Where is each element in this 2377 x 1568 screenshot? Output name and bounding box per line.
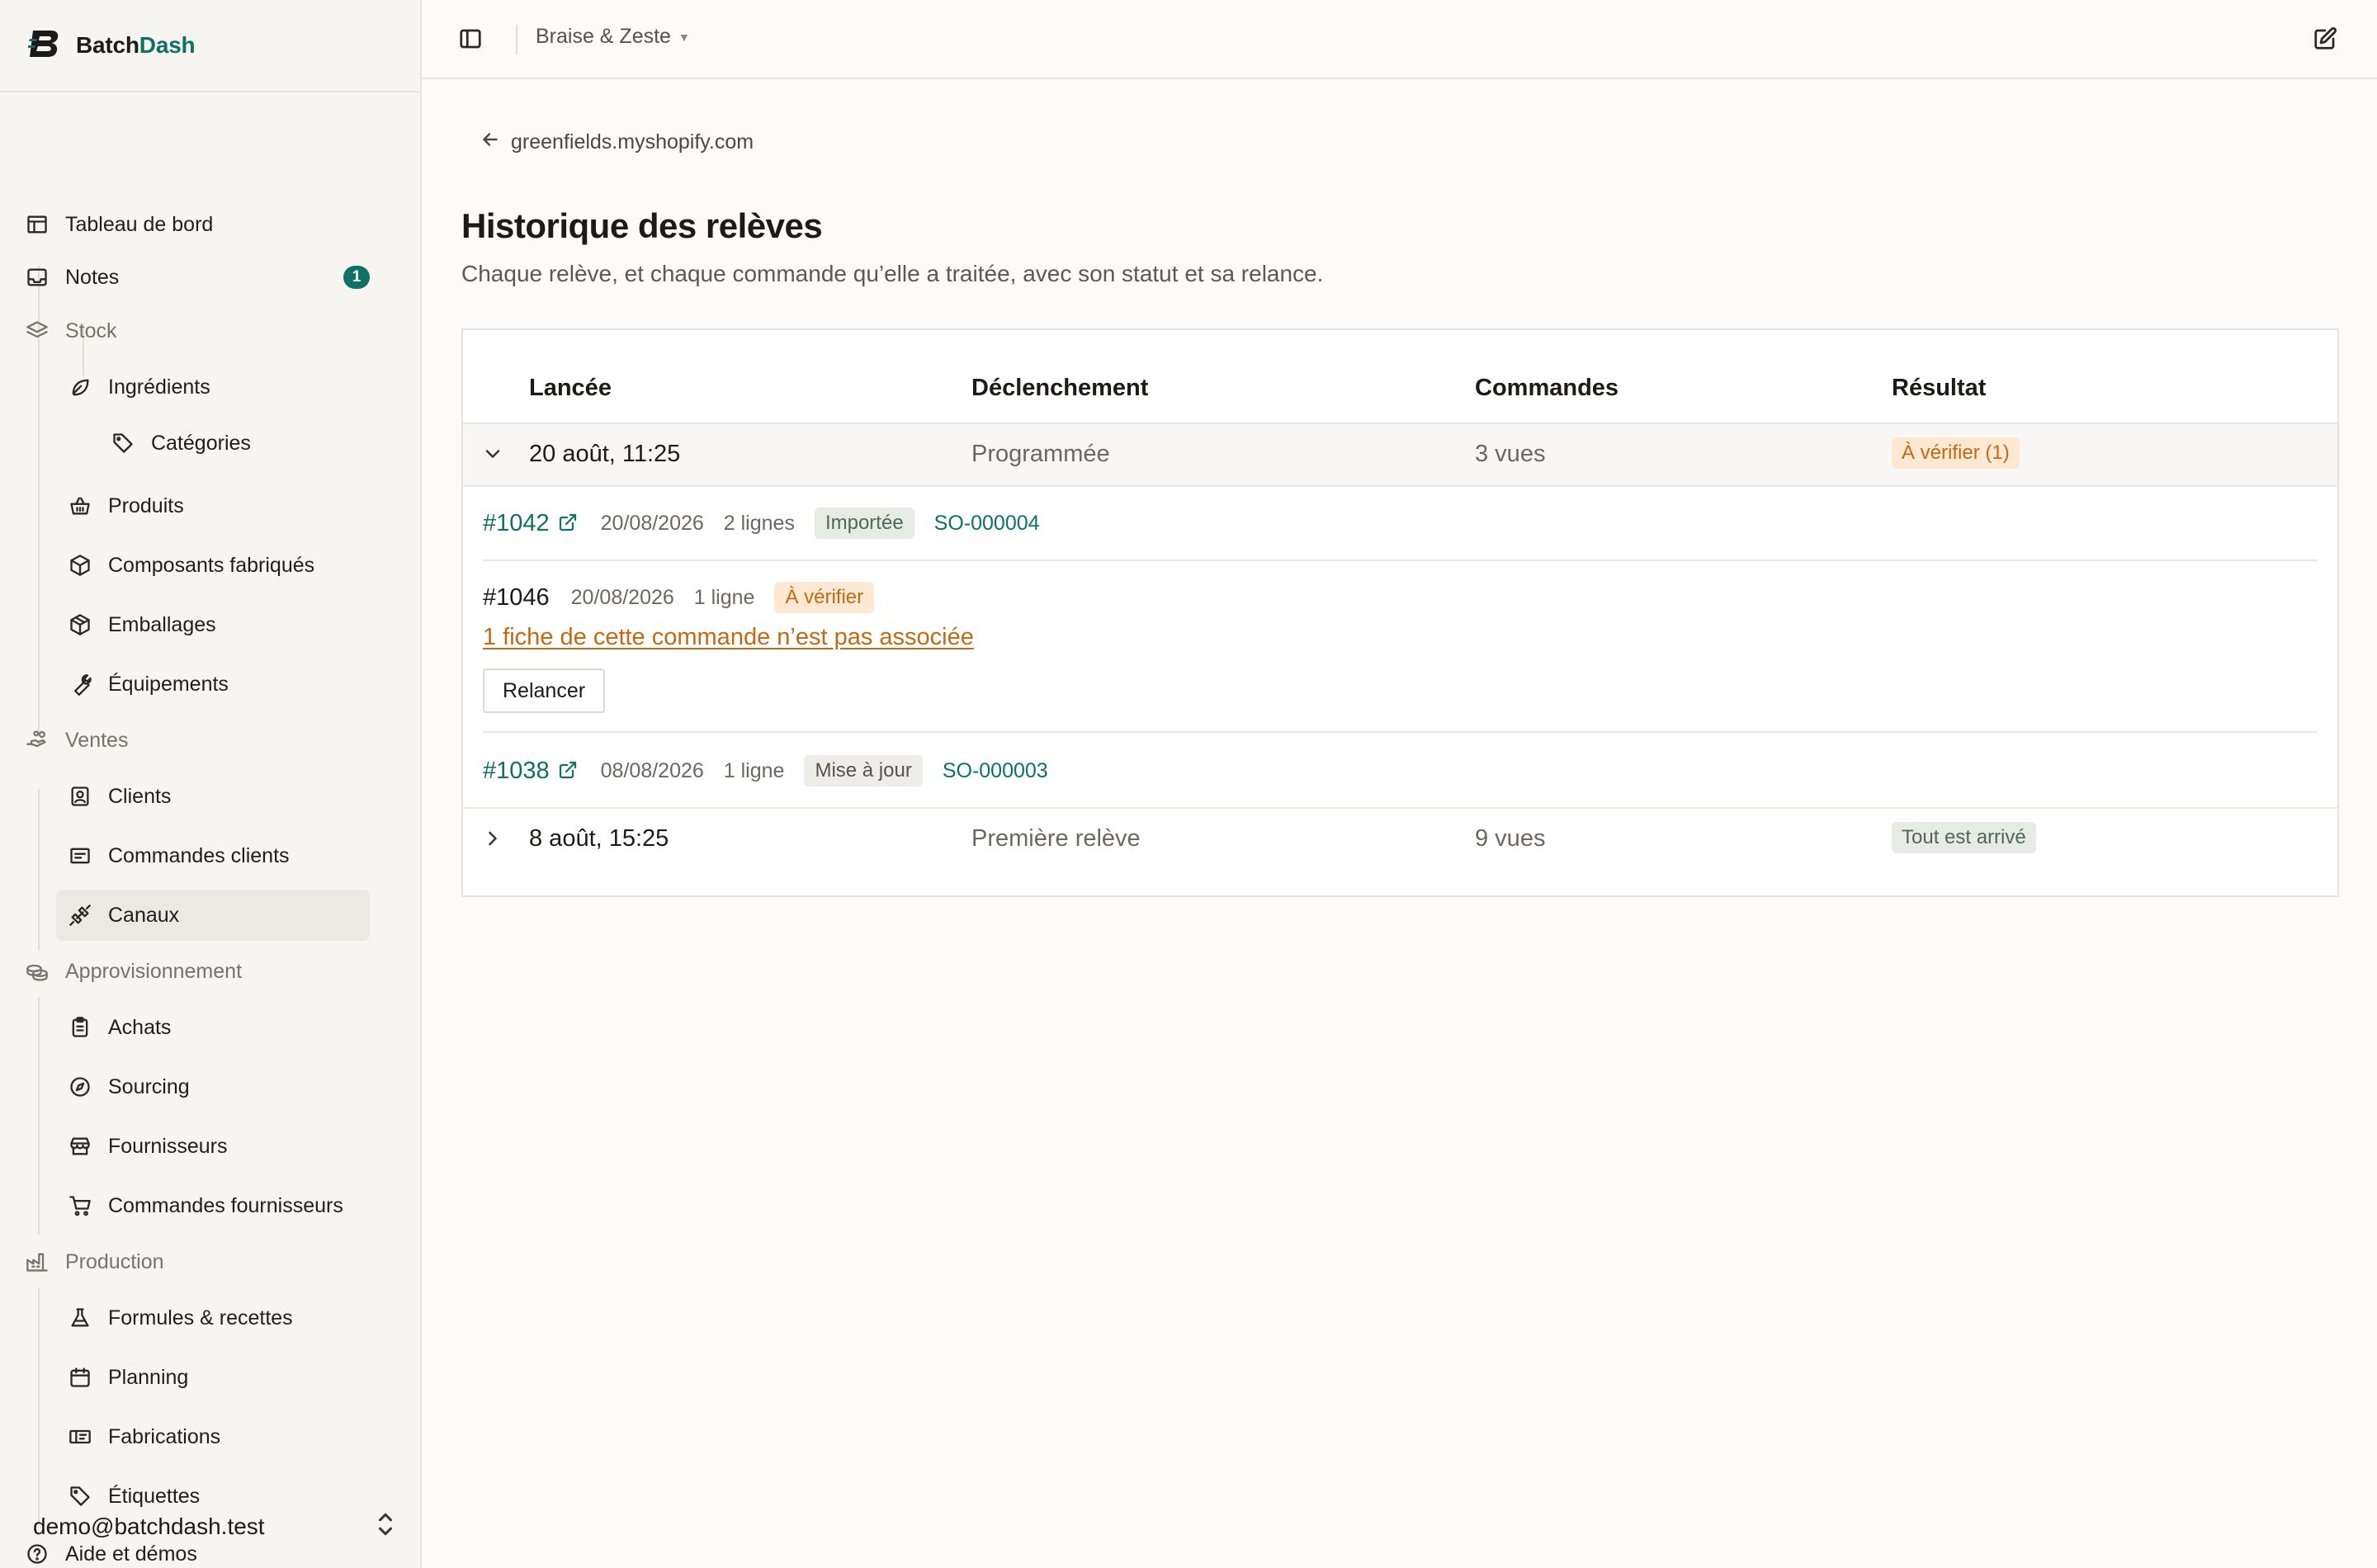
inbox-icon <box>25 265 50 290</box>
column-header-lancee: Lancée <box>529 375 612 401</box>
column-header-declenchement: Déclenchement <box>971 375 1149 401</box>
topbar: Braise & Zeste ▼ <box>422 0 2377 79</box>
tree-line-ventes <box>38 789 40 951</box>
table-header: Lancée Déclenchement Commandes Résultat <box>463 330 2337 424</box>
status-badge: Importée <box>814 508 914 539</box>
batchdash-logo-icon <box>27 27 63 64</box>
basket-icon <box>68 494 92 518</box>
workspace-switcher[interactable]: Braise & Zeste ▼ <box>536 25 690 49</box>
status-badge: À vérifier (1) <box>1892 437 2020 469</box>
status-badge: Mise à jour <box>804 755 923 786</box>
plug-icon <box>68 903 92 928</box>
unmatched-item-link[interactable]: 1 fiche de cette commande n’est pas asso… <box>483 624 974 651</box>
sales-order-link[interactable]: SO-000003 <box>943 759 1048 783</box>
topbar-divider <box>516 25 517 54</box>
sidebar-group-approvisionnement[interactable]: Approvisionnement <box>25 946 396 997</box>
status-badge: À vérifier <box>774 582 875 613</box>
flask-icon <box>68 1306 92 1330</box>
user-email: demo@batchdash.test <box>33 1514 265 1539</box>
tree-line-approvisionnement <box>38 997 40 1235</box>
sidebar-item-equipements[interactable]: Équipements <box>68 659 381 710</box>
divider <box>483 731 2318 733</box>
layers-icon <box>25 319 50 343</box>
factory-icon <box>25 1249 50 1274</box>
sidebar-item-notes[interactable]: Notes 1 <box>25 252 396 303</box>
table-row[interactable]: 8 août, 15:25 Première relève 9 vues Tou… <box>463 807 2337 870</box>
sidebar-group-ventes[interactable]: Ventes <box>25 715 396 766</box>
sidebar-item-formules-recettes[interactable]: Formules & recettes <box>68 1292 381 1344</box>
divider <box>483 560 2318 561</box>
external-link-icon[interactable] <box>558 512 579 534</box>
leaf-icon <box>68 375 92 399</box>
tag-icon <box>111 431 135 456</box>
sidebar-item-canaux[interactable]: Canaux <box>56 890 370 941</box>
order-number: #1046 <box>483 583 550 611</box>
runs-table: Lancée Déclenchement Commandes Résultat … <box>461 328 2339 897</box>
compass-icon <box>68 1074 92 1099</box>
relancer-button[interactable]: Relancer <box>483 668 606 713</box>
chevrons-up-down-icon <box>375 1510 396 1544</box>
sidebar-item-produits[interactable]: Produits <box>68 480 381 531</box>
wrench-icon <box>68 672 92 697</box>
contact-icon <box>68 784 92 809</box>
chevron-right-icon[interactable] <box>481 827 506 852</box>
sidebar-item-planning[interactable]: Planning <box>68 1352 381 1403</box>
tree-line-production <box>38 1287 40 1525</box>
external-link-icon[interactable] <box>558 760 579 782</box>
layout-icon <box>25 212 50 237</box>
clipboard-icon <box>68 1015 92 1040</box>
sidebar-group-stock[interactable]: Stock <box>25 305 396 357</box>
page-title: Historique des relèves <box>461 206 823 245</box>
sidebar-item-clients[interactable]: Clients <box>68 771 381 822</box>
sidebar-item-commandes-fournisseurs[interactable]: Commandes fournisseurs <box>68 1180 398 1231</box>
table-row[interactable]: 20 août, 11:25 Programmée 3 vues À vérif… <box>463 424 2337 487</box>
sidebar-toggle-icon[interactable] <box>458 26 484 53</box>
package-icon <box>68 612 92 637</box>
page-subtitle: Chaque relève, et chaque commande qu’ell… <box>461 261 1324 286</box>
order-link[interactable]: #1038 <box>483 758 550 785</box>
status-badge: Tout est arrivé <box>1892 822 2036 853</box>
hand-coins-icon <box>25 728 50 753</box>
ticket-icon <box>68 1424 92 1449</box>
sidebar-item-commandes-clients[interactable]: Commandes clients <box>68 830 381 881</box>
sidebar-item-categories[interactable]: Catégories <box>111 418 383 469</box>
sidebar-item-ingredients[interactable]: Ingrédients <box>68 361 381 413</box>
caret-down-icon: ▼ <box>678 30 690 44</box>
sidebar-item-emballages[interactable]: Emballages <box>68 599 381 650</box>
column-header-commandes: Commandes <box>1475 375 1619 401</box>
sidebar-item-fournisseurs[interactable]: Fournisseurs <box>68 1121 381 1172</box>
receipt-icon <box>68 843 92 868</box>
order-link[interactable]: #1042 <box>483 510 550 537</box>
column-header-resultat: Résultat <box>1892 375 1987 401</box>
back-link[interactable]: greenfields.myshopify.com <box>480 129 754 156</box>
sidebar: BatchDash Tableau de bord Notes 1 Stock <box>0 0 422 1568</box>
calendar-icon <box>68 1365 92 1390</box>
chevron-down-icon[interactable] <box>481 442 506 467</box>
brand-name: BatchDash <box>76 32 196 58</box>
sidebar-group-production[interactable]: Production <box>25 1236 396 1287</box>
store-icon <box>68 1134 92 1159</box>
edit-icon[interactable] <box>2313 26 2339 53</box>
sidebar-item-fabrications[interactable]: Fabrications <box>68 1411 381 1462</box>
sales-order-link[interactable]: SO-000004 <box>934 512 1040 536</box>
cart-icon <box>68 1193 92 1218</box>
sidebar-item-sourcing[interactable]: Sourcing <box>68 1061 381 1112</box>
brand[interactable]: BatchDash <box>0 0 420 92</box>
user-menu[interactable]: demo@batchdash.test <box>33 1504 396 1550</box>
box-icon <box>68 553 92 578</box>
notes-count-badge: 1 <box>343 266 370 289</box>
sidebar-item-tableau-de-bord[interactable]: Tableau de bord <box>25 199 396 250</box>
sidebar-item-achats[interactable]: Achats <box>68 1002 381 1053</box>
main-content: Braise & Zeste ▼ greenfields.myshopify.c… <box>422 0 2377 1568</box>
arrow-left-icon <box>480 129 511 156</box>
sidebar-item-composants-fabriques[interactable]: Composants fabriqués <box>68 540 381 591</box>
coins-icon <box>25 959 50 984</box>
